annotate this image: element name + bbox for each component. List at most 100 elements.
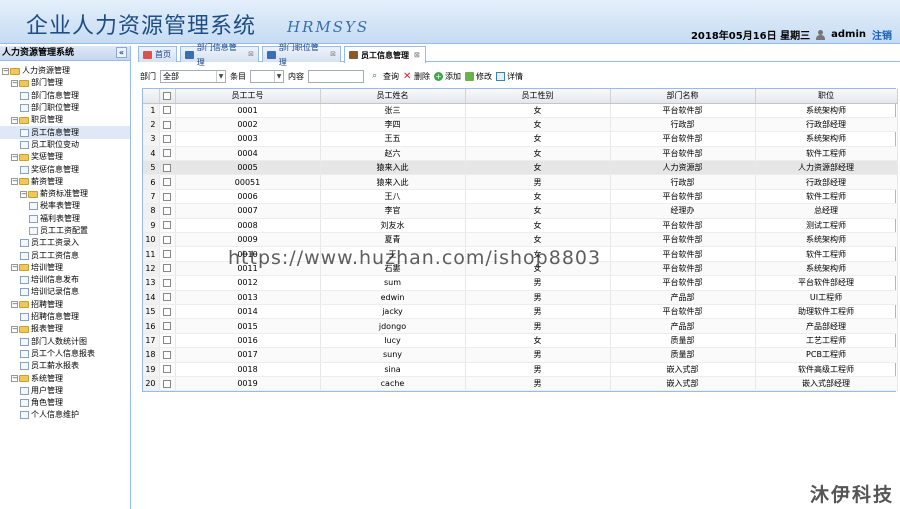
tree-item[interactable]: 部门人数统计图 xyxy=(0,336,130,348)
collapse-icon[interactable]: « xyxy=(116,47,127,58)
tree-item[interactable]: 奖惩信息管理 xyxy=(0,163,130,175)
table-row[interactable]: 5 0005 猿来入此女人力资源部 人力资源部经理 xyxy=(143,160,898,176)
row-checkbox[interactable] xyxy=(159,318,176,334)
dept-select[interactable]: 全部 ▼ xyxy=(160,70,226,83)
tab[interactable]: 部门职位管理 ⊠ xyxy=(262,43,341,67)
select-all-checkbox[interactable] xyxy=(159,89,176,104)
col-header[interactable]: 员工性别 xyxy=(465,89,611,104)
collapse-toggle-icon[interactable]: − xyxy=(11,116,18,124)
content-input[interactable] xyxy=(308,70,364,83)
tree-item[interactable]: 个人信息维护 xyxy=(0,409,130,421)
close-icon[interactable]: ⊠ xyxy=(248,47,254,62)
tree-item[interactable]: − 培训管理 xyxy=(0,262,130,274)
table-row[interactable]: 7 0006 王八女平台软件部 软件工程师 xyxy=(143,189,898,205)
tree-item[interactable]: 员工个人信息报表 xyxy=(0,348,130,360)
row-checkbox[interactable] xyxy=(159,117,176,133)
table-row[interactable]: 17 0016 lucy 女质量部 工艺工程师 xyxy=(143,333,898,349)
row-checkbox[interactable] xyxy=(159,146,176,162)
tree-item[interactable]: − 奖惩管理 xyxy=(0,151,130,163)
table-row[interactable]: 10 0009 夏青女平台软件部 系统架构师 xyxy=(143,232,898,248)
tree-item[interactable]: 员工薪水报表 xyxy=(0,360,130,372)
table-row[interactable]: 9 0008 刘友水女平台软件部 测试工程师 xyxy=(143,218,898,234)
tree-item[interactable]: − 职员管理 xyxy=(0,114,130,126)
collapse-toggle-icon[interactable]: − xyxy=(11,375,18,383)
detail-button[interactable]: 详情 xyxy=(496,71,523,82)
collapse-toggle-icon[interactable]: − xyxy=(20,190,27,198)
tree-item[interactable]: 员工工资配置 xyxy=(0,225,130,237)
table-row[interactable]: 3 0003 王五女平台软件部 系统架构师 xyxy=(143,131,898,147)
tab[interactable]: 首页 xyxy=(138,46,177,62)
tree-item[interactable]: − 薪资管理 xyxy=(0,176,130,188)
table-row[interactable]: 19 0018 sina 男嵌入式部 软件高级工程师 xyxy=(143,362,898,377)
row-checkbox[interactable] xyxy=(159,232,176,248)
row-checkbox[interactable] xyxy=(159,275,176,291)
add-button[interactable]: + 添加 xyxy=(434,71,461,82)
table-row[interactable]: 16 0015 jdongo 男产品部 产品部经理 xyxy=(143,318,898,334)
row-checkbox[interactable] xyxy=(159,333,176,349)
close-icon[interactable]: ⊠ xyxy=(330,47,336,62)
table-row[interactable]: 4 0004 赵六女平台软件部 软件工程师 xyxy=(143,146,898,162)
row-checkbox[interactable] xyxy=(159,203,176,219)
edit-button[interactable]: 修改 xyxy=(465,71,492,82)
tree-item[interactable]: − 报表管理 xyxy=(0,323,130,335)
tree-item[interactable]: − 招聘管理 xyxy=(0,299,130,311)
row-checkbox[interactable] xyxy=(159,261,176,277)
table-row[interactable]: 1 0001 张三女平台软件部 系统架构师 xyxy=(143,103,898,118)
table-row[interactable]: 14 0013 edwin 男产品部 UI工程师 xyxy=(143,290,898,305)
tab[interactable]: 部门信息管理 ⊠ xyxy=(180,43,259,67)
tree-item[interactable]: 部门信息管理 xyxy=(0,90,130,102)
tree-item[interactable]: 用户管理 xyxy=(0,385,130,397)
tree-item[interactable]: − 薪资标准管理 xyxy=(0,188,130,200)
col-header[interactable]: 部门名称 xyxy=(610,89,756,104)
tree-item[interactable]: 员工工资录入 xyxy=(0,237,130,249)
row-checkbox[interactable] xyxy=(159,304,176,320)
table-row[interactable]: 8 0007 李官女经理办 总经理 xyxy=(143,203,898,219)
table-row[interactable]: 15 0014 jacky 男平台软件部 助理软件工程师 xyxy=(143,304,898,320)
row-checkbox[interactable] xyxy=(159,131,176,147)
row-checkbox[interactable] xyxy=(159,174,176,190)
collapse-toggle-icon[interactable]: − xyxy=(11,264,18,272)
table-row[interactable]: 20 0019 cache 男嵌入式部 嵌入式部经理 xyxy=(143,376,898,392)
tree-item[interactable]: − 部门管理 xyxy=(0,77,130,89)
tree-item[interactable]: 福利表管理 xyxy=(0,213,130,225)
row-checkbox[interactable] xyxy=(159,347,176,363)
row-checkbox[interactable] xyxy=(159,362,176,377)
row-checkbox[interactable] xyxy=(159,103,176,118)
tree-item[interactable]: 员工工资信息 xyxy=(0,249,130,261)
tree-item[interactable]: 部门职位管理 xyxy=(0,102,130,114)
type-select[interactable]: ▼ xyxy=(250,70,284,83)
col-header[interactable]: 员工姓名 xyxy=(320,89,466,104)
tree-item[interactable]: 员工信息管理 xyxy=(0,126,130,139)
row-checkbox[interactable] xyxy=(159,376,176,392)
close-icon[interactable]: ⊠ xyxy=(414,48,420,63)
row-checkbox[interactable] xyxy=(159,160,176,176)
query-button[interactable]: ⌕ 查询 xyxy=(372,71,399,82)
col-header[interactable]: 职位 xyxy=(755,89,898,104)
table-row[interactable]: 6 00051 猿来入此男行政部 行政部经理 xyxy=(143,174,898,190)
tab[interactable]: 员工信息管理 ⊠ xyxy=(344,46,426,63)
delete-button[interactable]: ✕ 删除 xyxy=(403,71,430,82)
row-checkbox[interactable] xyxy=(159,218,176,234)
collapse-toggle-icon[interactable]: − xyxy=(11,178,18,186)
tree-item[interactable]: 培训记录信息 xyxy=(0,286,130,298)
collapse-toggle-icon[interactable]: − xyxy=(11,301,18,309)
row-checkbox[interactable] xyxy=(159,246,176,262)
row-checkbox[interactable] xyxy=(159,189,176,205)
tree-item[interactable]: 税率表管理 xyxy=(0,200,130,212)
collapse-toggle-icon[interactable]: − xyxy=(11,153,18,161)
collapse-toggle-icon[interactable]: − xyxy=(2,67,9,75)
tree-item[interactable]: 培训信息发布 xyxy=(0,274,130,286)
tree-item[interactable]: − 系统管理 xyxy=(0,372,130,384)
collapse-toggle-icon[interactable]: − xyxy=(11,325,18,333)
logout-link[interactable]: 注销 xyxy=(872,27,892,42)
tree-item[interactable]: − 人力资源管理 xyxy=(0,65,130,77)
table-row[interactable]: 18 0017 suny 男质量部 PCB工程师 xyxy=(143,347,898,363)
table-row[interactable]: 2 0002 李四女行政部 行政部经理 xyxy=(143,117,898,133)
table-row[interactable]: 13 0012 sum 男平台软件部 平台软件部经理 xyxy=(143,275,898,291)
row-checkbox[interactable] xyxy=(159,290,176,305)
col-header[interactable]: 员工工号 xyxy=(175,89,321,104)
tree-item[interactable]: 招聘信息管理 xyxy=(0,311,130,323)
tree-item[interactable]: 员工职位变动 xyxy=(0,139,130,151)
tree-item[interactable]: 角色管理 xyxy=(0,397,130,409)
collapse-toggle-icon[interactable]: − xyxy=(11,79,18,87)
